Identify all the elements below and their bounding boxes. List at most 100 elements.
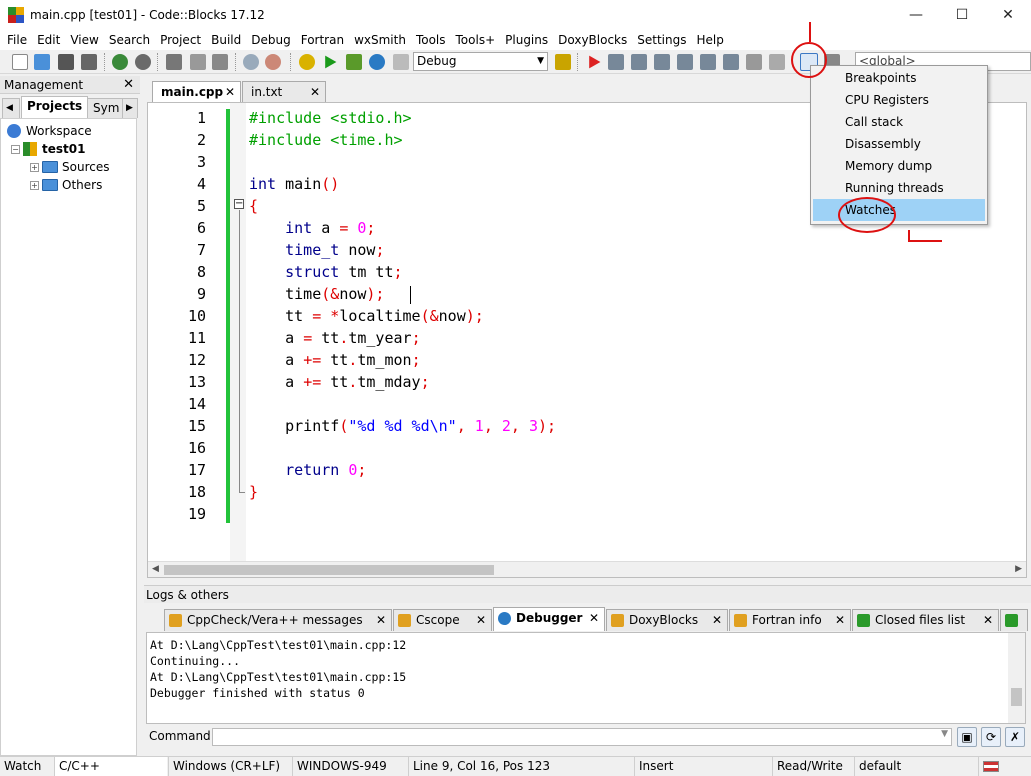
code-line: a += tt.tm_mon; [249,351,421,369]
load-script-icon[interactable]: ⟳ [981,727,1001,747]
open-icon[interactable] [34,54,50,70]
debugger-log[interactable]: At D:\Lang\CppTest\test01\main.cpp:12 Co… [146,632,1026,724]
build-run-icon[interactable] [346,54,362,70]
find-icon[interactable] [243,54,259,70]
tree-folder-sources[interactable]: + Sources [30,158,109,176]
target-options-icon[interactable] [555,54,571,70]
close-icon[interactable]: ✕ [835,610,845,631]
maximize-button[interactable]: ☐ [939,0,985,30]
menu-project[interactable]: Project [155,31,206,49]
pause-icon[interactable] [746,54,762,70]
tree-folder-others[interactable]: + Others [30,176,102,194]
tree-project[interactable]: − test01 [11,140,85,158]
tab-doxyblocks[interactable]: DoxyBlocks ✕ [606,609,728,631]
tab-debugger[interactable]: Debugger ✕ [493,607,605,631]
cut-icon[interactable] [166,54,182,70]
close-icon[interactable]: ✕ [983,610,993,631]
redo-icon[interactable] [135,54,151,70]
scroll-left-icon[interactable]: ◀ [152,564,159,574]
scroll-thumb[interactable] [1011,688,1022,706]
expand-icon[interactable]: + [30,180,39,190]
abort-icon[interactable] [393,54,409,70]
folder-icon [42,161,58,173]
scroll-right-icon[interactable]: ▶ [122,98,138,118]
collapse-icon[interactable]: − [11,144,20,154]
step-instruction-icon[interactable] [723,54,739,70]
tab-projects[interactable]: Projects [21,96,89,118]
tab-in-txt[interactable]: in.txt ✕ [242,81,326,102]
menu-tools-plus[interactable]: Tools+ [451,31,501,49]
management-title: Management [4,78,84,92]
stop-debug-icon[interactable] [769,54,785,70]
close-icon[interactable]: ✕ [310,82,320,102]
clear-log-icon[interactable]: ✗ [1005,727,1025,747]
fold-toggle-icon[interactable]: − [234,199,244,209]
close-button[interactable]: ✕ [985,0,1031,30]
annotation-circle-toolbar [791,42,827,78]
menu-plugins[interactable]: Plugins [500,31,553,49]
tab-closed-files[interactable]: Closed files list ✕ [852,609,999,631]
menu-wxsmith[interactable]: wxSmith [349,31,411,49]
menu-item-breakpoints[interactable]: Breakpoints [813,67,985,89]
build-gear-icon[interactable] [299,54,315,70]
send-command-icon[interactable]: ▣ [957,727,977,747]
scroll-right-icon[interactable]: ▶ [1015,564,1022,574]
tab-main-cpp[interactable]: main.cpp ✕ [152,81,241,102]
tab-symbols[interactable]: Sym [87,98,126,118]
step-into-icon[interactable] [654,54,670,70]
close-icon[interactable]: ✕ [225,82,235,102]
menu-doxyblocks[interactable]: DoxyBlocks [553,31,632,49]
menu-build[interactable]: Build [206,31,246,49]
close-icon[interactable]: ✕ [476,610,486,631]
save-icon[interactable] [58,54,74,70]
scroll-left-icon[interactable]: ◀ [2,98,20,118]
undo-icon[interactable] [112,54,128,70]
build-target-select[interactable]: Debug ▼ [413,52,548,71]
vertical-scrollbar[interactable] [1008,633,1025,723]
menu-settings[interactable]: Settings [632,31,691,49]
save-all-icon[interactable] [81,54,97,70]
expand-icon[interactable]: + [30,162,39,172]
minimize-button[interactable]: — [893,0,939,30]
close-icon[interactable]: ✕ [589,608,599,629]
replace-icon[interactable] [265,54,281,70]
tab-cppcheck[interactable]: CppCheck/Vera++ messages ✕ [164,609,392,631]
menu-file[interactable]: File [2,31,32,49]
annotation-stroke [908,240,942,242]
next-instruction-icon[interactable] [700,54,716,70]
next-line-icon[interactable] [631,54,647,70]
debug-continue-icon[interactable] [589,55,601,69]
menu-item-running-threads[interactable]: Running threads [813,177,985,199]
tree-workspace[interactable]: Workspace [7,122,92,140]
paste-icon[interactable] [212,54,228,70]
rebuild-icon[interactable] [369,54,385,70]
close-icon[interactable]: ✕ [123,76,134,94]
new-file-icon[interactable] [12,54,28,70]
menu-fortran[interactable]: Fortran [296,31,349,49]
folder-label: Others [62,178,103,192]
menu-debug[interactable]: Debug [246,31,295,49]
menu-item-disassembly[interactable]: Disassembly [813,133,985,155]
tab-overflow[interactable] [1000,609,1028,631]
close-icon[interactable]: ✕ [376,610,386,631]
horizontal-scrollbar[interactable]: ◀ ▶ [148,561,1026,577]
run-to-cursor-icon[interactable] [608,54,624,70]
tab-fortran-info[interactable]: Fortran info ✕ [729,609,851,631]
menu-tools[interactable]: Tools [411,31,451,49]
scroll-thumb[interactable] [164,565,494,575]
status-hint: Watch vai [4,759,42,773]
command-input[interactable]: ▼ [212,728,952,746]
copy-icon[interactable] [190,54,206,70]
menu-item-memory-dump[interactable]: Memory dump [813,155,985,177]
toolbar-separator [104,53,106,71]
menu-help[interactable]: Help [691,31,728,49]
menu-edit[interactable]: Edit [32,31,65,49]
menu-search[interactable]: Search [104,31,155,49]
menu-view[interactable]: View [65,31,103,49]
step-out-icon[interactable] [677,54,693,70]
tab-cscope[interactable]: Cscope ✕ [393,609,492,631]
menu-item-call-stack[interactable]: Call stack [813,111,985,133]
menu-item-cpu-registers[interactable]: CPU Registers [813,89,985,111]
run-icon[interactable] [325,55,337,69]
close-icon[interactable]: ✕ [712,610,722,631]
